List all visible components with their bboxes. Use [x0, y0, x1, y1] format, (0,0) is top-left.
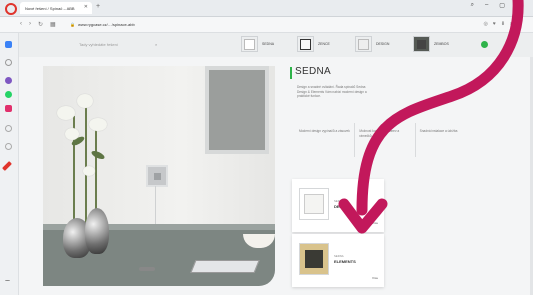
photo-flower: [65, 128, 79, 140]
photo-vase: [85, 208, 109, 254]
photo-keys: [139, 267, 155, 271]
site-header: Tady vyhledáte řešení ⌕ SEDNA ZENCE DESI…: [19, 33, 533, 57]
search-tabs-icon[interactable]: ⌕: [471, 2, 474, 9]
opera-sidebar: [0, 33, 19, 295]
web-page: Tady vyhledáte řešení ⌕ SEDNA ZENCE DESI…: [19, 33, 533, 295]
new-tab-icon[interactable]: +: [96, 3, 100, 10]
snapshot-icon[interactable]: ◎: [484, 21, 488, 27]
product-swatch: [355, 36, 372, 52]
instagram-icon[interactable]: [5, 105, 12, 112]
page-description: Design a snadné ovládání. Řada spínačů S…: [297, 85, 367, 98]
card-more-link[interactable]: Více: [372, 221, 378, 225]
maximize-icon[interactable]: ▢: [499, 2, 505, 9]
product-swatch: [413, 36, 430, 52]
product-design[interactable]: DESIGN: [355, 36, 389, 52]
product-label: DESIGN: [376, 42, 390, 46]
menu-icon[interactable]: ≡: [510, 21, 513, 27]
address-bar-row: ‹ › ↻ ▦ 🔒 www.rygcase.cz/…/spinace-abb ◎ …: [0, 17, 533, 33]
site-search[interactable]: Tady vyhledáte řešení ⌕: [79, 42, 157, 47]
photo-switch: [146, 165, 168, 187]
photo-flower: [83, 166, 95, 176]
browser-window: Nové řešení / Spínač – ABB ✕ + ⌕ – ▢ ✕ ‹…: [0, 0, 533, 295]
download-icon[interactable]: ⬇: [501, 21, 505, 27]
settings-icon[interactable]: [5, 143, 12, 150]
product-swatch: [241, 36, 258, 52]
photo-picture-frame: [205, 66, 269, 154]
feature-item: Moderní design vypínačů a zásuvek: [295, 123, 356, 157]
messenger-icon[interactable]: [5, 77, 12, 84]
history-icon[interactable]: [5, 125, 12, 132]
url-field[interactable]: 🔒 www.rygcase.cz/…/spinace-abb: [70, 20, 410, 29]
tab-title: Nové řešení / Spínač – ABB: [25, 5, 75, 11]
whatsapp-icon[interactable]: [5, 91, 12, 98]
card-label: SEDNA: [334, 254, 344, 258]
feature-list: Moderní design vypínačů a zásuvek Možnos…: [295, 123, 475, 157]
hero-photo: [43, 66, 275, 286]
product-label: SEDNA: [262, 42, 275, 46]
page-title: SEDNA: [295, 66, 331, 77]
photo-tablet: [190, 260, 260, 273]
bookmarks-icon[interactable]: [5, 59, 12, 66]
pen-icon[interactable]: [2, 161, 12, 171]
reload-icon[interactable]: ↻: [38, 21, 43, 28]
green-dot-icon[interactable]: [481, 41, 488, 48]
back-icon[interactable]: ‹: [20, 21, 22, 28]
card-label: SEDNA: [334, 199, 344, 203]
speed-dial-sidebar-icon[interactable]: [5, 41, 12, 48]
feature-item: Snadná instalace a údržba: [419, 129, 458, 133]
photo-switch-rocker: [154, 173, 161, 180]
tab-bar: Nové řešení / Spínač – ABB ✕ + ⌕ – ▢ ✕: [0, 0, 533, 17]
minimize-icon[interactable]: –: [485, 2, 488, 9]
photo-flower: [89, 118, 107, 131]
product-label: ZENCE: [318, 42, 330, 46]
photo-flower: [57, 106, 75, 120]
url-text: www.rygcase.cz/…/spinace-abb: [77, 22, 135, 27]
window-controls: ⌕ – ▢ ✕: [471, 2, 521, 9]
address-bar-icons: ◎ ♥ ⬇ ≡: [484, 21, 513, 27]
card-name: ELEMENTS: [334, 259, 356, 264]
product-thumbnail: [299, 188, 329, 220]
card-more-link[interactable]: Více: [372, 276, 378, 280]
navigation-buttons: ‹ › ↻ ▦: [20, 21, 56, 28]
close-window-icon[interactable]: ✕: [516, 2, 521, 9]
title-accent-bar: [290, 67, 292, 79]
search-icon[interactable]: ⌕: [155, 42, 157, 47]
lock-icon: 🔒: [70, 22, 75, 27]
photo-flower: [77, 94, 93, 108]
product-label: ZEMBOS: [434, 42, 449, 46]
heart-icon[interactable]: ♥: [493, 21, 496, 27]
product-sedna[interactable]: SEDNA: [241, 36, 274, 52]
feature-item: Možnost kombinace barev a rámečků: [355, 123, 416, 157]
product-card-design[interactable]: SEDNA DESIGN Více: [292, 179, 384, 232]
search-placeholder: Tady vyhledáte řešení: [79, 42, 118, 47]
product-card-elements[interactable]: SEDNA ELEMENTS Více: [292, 234, 384, 287]
forward-icon[interactable]: ›: [29, 21, 31, 28]
product-swatch: [297, 36, 314, 52]
opera-logo-icon[interactable]: [5, 3, 17, 15]
tab-close-icon[interactable]: ✕: [84, 4, 88, 10]
more-sidebar-icon[interactable]: [5, 280, 10, 281]
card-name: DESIGN: [334, 204, 350, 209]
product-zembos[interactable]: ZEMBOS: [413, 36, 449, 52]
tab-active[interactable]: Nové řešení / Spínač – ABB ✕: [20, 2, 92, 14]
product-zence[interactable]: ZENCE: [297, 36, 330, 52]
speed-dial-icon[interactable]: ▦: [50, 21, 56, 28]
product-thumbnail: [299, 243, 329, 275]
